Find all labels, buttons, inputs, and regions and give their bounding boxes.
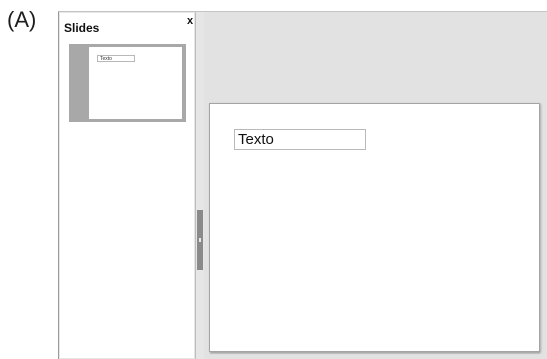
slide-thumbnail-1[interactable]: Texto — [69, 44, 186, 122]
presentation-editor: Slides x Texto Texto — [58, 11, 547, 359]
close-icon[interactable]: x — [185, 15, 195, 27]
panel-gutter — [196, 12, 204, 359]
slides-panel: Slides x Texto — [59, 12, 196, 359]
slides-panel-header: Slides x — [59, 12, 195, 38]
slides-panel-title: Slides — [64, 21, 100, 35]
splitter-grip-icon — [199, 238, 201, 242]
slide-canvas[interactable]: Texto — [209, 103, 540, 352]
slide-text-box[interactable]: Texto — [234, 129, 366, 150]
panel-splitter-handle[interactable] — [197, 210, 203, 270]
slide-thumbnail-page: Texto — [89, 47, 182, 119]
figure-label: (A) — [7, 7, 37, 32]
slide-thumbnail-text-box: Texto — [97, 55, 135, 62]
